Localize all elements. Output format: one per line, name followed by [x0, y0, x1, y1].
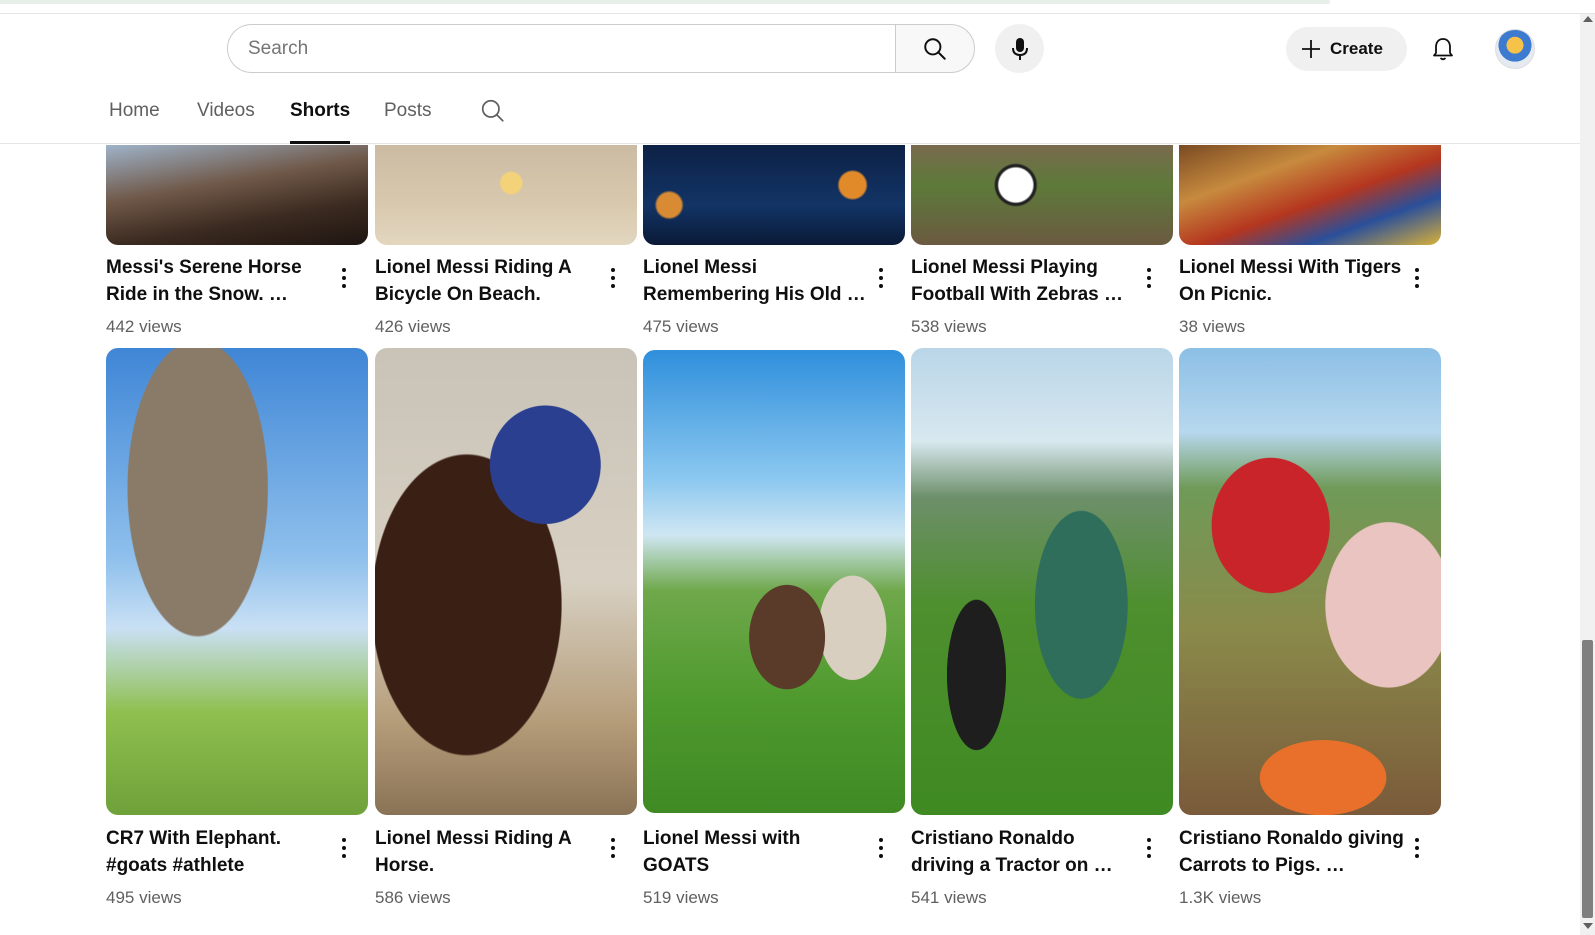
view-count: 475 views	[643, 317, 719, 336]
short-title[interactable]: Lionel Messi with GOATS	[643, 825, 868, 879]
short-thumbnail[interactable]	[643, 350, 905, 813]
view-count: 426 views	[375, 317, 451, 336]
voice-search-button[interactable]	[995, 24, 1044, 73]
search-box	[227, 24, 895, 73]
more-options-icon[interactable]	[1137, 265, 1161, 291]
tab-home[interactable]: Home	[109, 100, 160, 140]
avatar[interactable]	[1495, 29, 1535, 69]
view-count: 538 views	[911, 317, 987, 336]
microphone-icon	[1011, 37, 1028, 60]
view-count: 495 views	[106, 888, 182, 907]
short-thumbnail[interactable]	[375, 348, 637, 815]
more-options-icon[interactable]	[601, 265, 625, 291]
short-thumbnail[interactable]	[375, 145, 637, 245]
short-title[interactable]: Cristiano Ronaldo driving a Tractor on …	[911, 825, 1136, 879]
more-options-icon[interactable]	[869, 265, 893, 291]
short-thumbnail[interactable]	[1179, 145, 1441, 245]
scroll-down-arrow-icon[interactable]	[1583, 923, 1593, 929]
view-count: 519 views	[643, 888, 719, 907]
short-title[interactable]: Lionel Messi Remembering His Old …	[643, 254, 868, 308]
short-title[interactable]: Messi's Serene Horse Ride in the Snow. …	[106, 254, 331, 308]
more-options-icon[interactable]	[1405, 265, 1429, 291]
short-thumbnail[interactable]	[106, 145, 368, 245]
tab-posts[interactable]: Posts	[384, 100, 432, 140]
view-count: 586 views	[375, 888, 451, 907]
channel-search-button[interactable]	[480, 98, 510, 128]
more-options-icon[interactable]	[1405, 835, 1429, 861]
tab-shorts[interactable]: Shorts	[290, 100, 351, 144]
short-title[interactable]: Cristiano Ronaldo giving Carrots to Pigs…	[1179, 825, 1404, 879]
create-button-label: Create	[1330, 39, 1383, 58]
view-count: 442 views	[106, 317, 182, 336]
plus-icon	[1302, 40, 1320, 58]
more-options-icon[interactable]	[332, 835, 356, 861]
top-divider	[0, 13, 1595, 14]
search-icon	[924, 37, 946, 60]
page-load-progress	[0, 0, 1330, 4]
short-title[interactable]: CR7 With Elephant. #goats #athlete	[106, 825, 331, 879]
more-options-icon[interactable]	[601, 835, 625, 861]
short-thumbnail[interactable]	[911, 145, 1173, 245]
search-input[interactable]	[248, 25, 868, 72]
short-title[interactable]: Lionel Messi Playing Football With Zebra…	[911, 254, 1136, 308]
view-count: 1.3K views	[1179, 888, 1262, 907]
search-icon	[481, 99, 504, 122]
view-count: 541 views	[911, 888, 987, 907]
short-thumbnail[interactable]	[643, 145, 905, 245]
more-options-icon[interactable]	[332, 265, 356, 291]
bell-icon	[1433, 38, 1453, 61]
short-title[interactable]: Lionel Messi Riding A Horse.	[375, 825, 600, 879]
more-options-icon[interactable]	[1137, 835, 1161, 861]
more-options-icon[interactable]	[869, 835, 893, 861]
short-title[interactable]: Lionel Messi With Tigers On Picnic.	[1179, 254, 1404, 308]
search-button[interactable]	[895, 24, 975, 73]
notifications-button[interactable]	[1425, 31, 1461, 67]
channel-tabs: Home Videos Shorts Posts	[0, 92, 1595, 144]
scroll-up-arrow-icon[interactable]	[1583, 16, 1593, 22]
short-thumbnail[interactable]	[106, 348, 368, 815]
short-thumbnail[interactable]	[1179, 348, 1441, 815]
create-button[interactable]: Create	[1286, 27, 1407, 71]
scrollbar-thumb[interactable]	[1582, 640, 1593, 918]
short-title[interactable]: Lionel Messi Riding A Bicycle On Beach.	[375, 254, 600, 308]
view-count: 38 views	[1179, 317, 1246, 336]
short-thumbnail[interactable]	[911, 348, 1173, 815]
tab-videos[interactable]: Videos	[197, 100, 255, 140]
